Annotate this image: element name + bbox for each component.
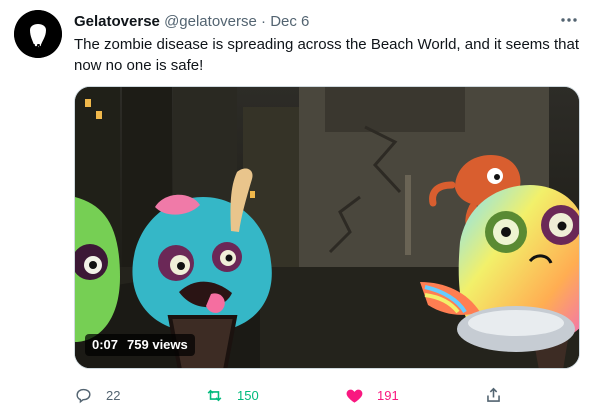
video-player[interactable]: 0:07 759 views (74, 86, 580, 369)
separator-dot: · (261, 13, 267, 30)
reply-button[interactable]: 22 (74, 383, 120, 407)
retweet-count: 150 (237, 387, 259, 403)
avatar-drip-icon (14, 10, 62, 58)
avatar[interactable] (14, 10, 62, 58)
more-icon (561, 18, 577, 22)
more-button[interactable] (557, 9, 581, 31)
video-views: 759 views (127, 337, 188, 352)
tweet-header: Gelatoverse @gelatoverse · Dec 6 (74, 12, 309, 32)
retweet-icon (207, 389, 222, 401)
like-button[interactable]: 191 (345, 383, 399, 407)
video-meta: 0:07 759 views (85, 334, 195, 356)
video-frame (75, 87, 579, 368)
reply-icon (76, 388, 91, 403)
heart-icon (346, 389, 363, 403)
author-handle[interactable]: @gelatoverse (164, 13, 257, 30)
tweet-text: The zombie disease is spreading across t… (74, 36, 579, 74)
author-name[interactable]: Gelatoverse (74, 13, 160, 30)
share-icon (487, 387, 500, 402)
tweet-date[interactable]: Dec 6 (270, 13, 309, 30)
video-time: 0:07 (92, 337, 119, 352)
retweet-button[interactable]: 150 (205, 383, 259, 407)
reply-count: 22 (106, 387, 121, 403)
tweet[interactable]: Gelatoverse @gelatoverse · Dec 6 The zom… (0, 0, 597, 415)
share-button[interactable] (484, 383, 503, 407)
like-count: 191 (377, 387, 399, 403)
tweet-actions: 22 150 191 (74, 383, 504, 407)
